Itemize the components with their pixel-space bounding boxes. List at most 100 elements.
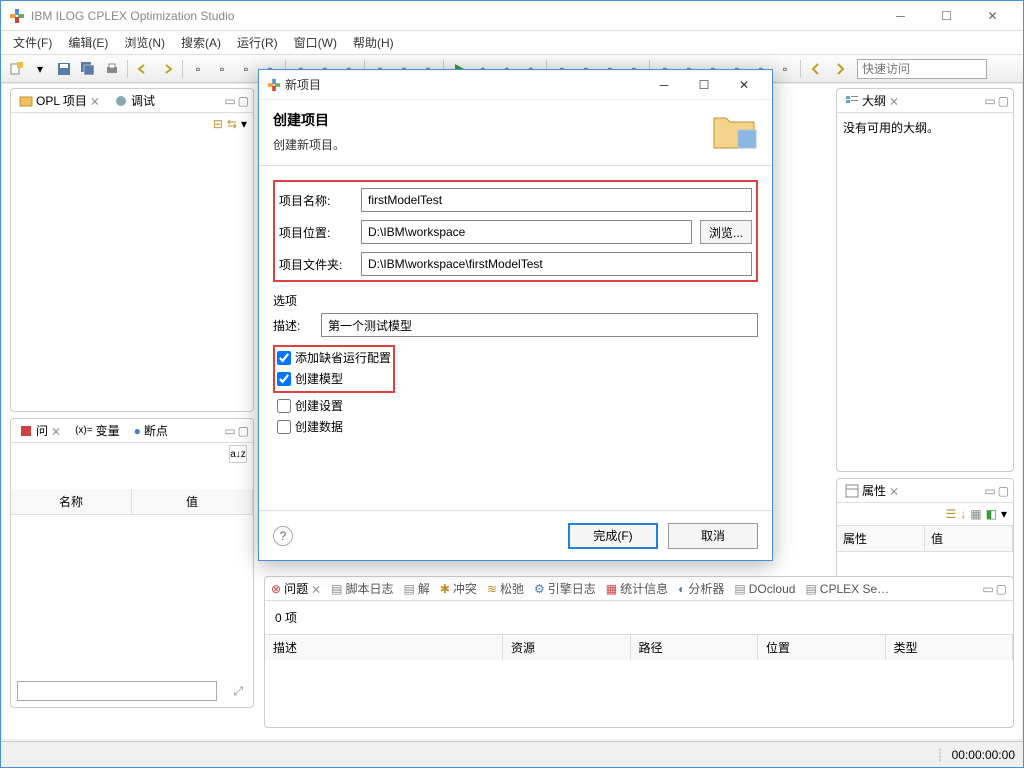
close-icon[interactable]: ⨯ bbox=[90, 94, 100, 108]
close-button[interactable]: ✕ bbox=[970, 2, 1015, 30]
menu-edit[interactable]: 编辑(E) bbox=[62, 32, 114, 53]
checkbox-data[interactable] bbox=[277, 420, 291, 434]
description-input[interactable] bbox=[321, 313, 758, 337]
tab-relax[interactable]: ≋松弛 bbox=[487, 580, 524, 597]
tab-label: 变量 bbox=[96, 422, 120, 439]
forward-icon[interactable] bbox=[829, 58, 851, 80]
expand-icon[interactable]: ⤢ bbox=[233, 684, 243, 699]
minimize-icon[interactable]: ▭ bbox=[982, 582, 993, 596]
menu-search[interactable]: 搜索(A) bbox=[175, 32, 227, 53]
dropdown-icon[interactable]: ▾ bbox=[29, 58, 51, 80]
save-icon[interactable] bbox=[53, 58, 75, 80]
tab-problems[interactable]: 问 ⨯ bbox=[15, 420, 65, 441]
finish-button[interactable]: 完成(F) bbox=[568, 523, 658, 549]
tab-properties[interactable]: 属性 ⨯ bbox=[841, 480, 903, 501]
dialog-maximize-button[interactable]: ☐ bbox=[684, 71, 724, 99]
solution-icon: ▤ bbox=[404, 582, 415, 596]
new-icon[interactable] bbox=[5, 58, 27, 80]
redo-icon[interactable] bbox=[156, 58, 178, 80]
maximize-icon[interactable]: ▢ bbox=[238, 94, 249, 108]
tab-profiler[interactable]: ◐分析器 bbox=[678, 580, 724, 597]
col-path[interactable]: 路径 bbox=[631, 635, 759, 660]
help-button[interactable]: ? bbox=[273, 526, 293, 546]
collapse-icon[interactable]: ⊟ bbox=[213, 117, 223, 131]
checkbox-model[interactable] bbox=[277, 372, 291, 386]
maximize-button[interactable]: ☐ bbox=[924, 2, 969, 30]
project-location-input[interactable] bbox=[361, 220, 692, 244]
cancel-button[interactable]: 取消 bbox=[668, 523, 758, 549]
close-icon[interactable]: ⨯ bbox=[51, 424, 61, 438]
close-icon[interactable]: ⨯ bbox=[889, 94, 899, 108]
tab-script-log[interactable]: ▤脚本日志 bbox=[331, 580, 393, 597]
tb-icon[interactable]: ▫ bbox=[211, 58, 233, 80]
problems-table-header: 描述 资源 路径 位置 类型 bbox=[265, 634, 1013, 660]
highlighted-checkboxes: 添加缺省运行配置 创建模型 bbox=[273, 345, 395, 393]
menu-file[interactable]: 文件(F) bbox=[7, 32, 58, 53]
menu-navigate[interactable]: 浏览(N) bbox=[118, 32, 171, 53]
back-icon[interactable] bbox=[805, 58, 827, 80]
location-label: 项目位置: bbox=[279, 224, 353, 241]
tab-engine-log[interactable]: ⚙引擎日志 bbox=[534, 580, 596, 597]
minimize-icon[interactable]: ▭ bbox=[984, 484, 995, 498]
close-icon[interactable]: ⨯ bbox=[311, 582, 321, 596]
dialog-minimize-button[interactable]: ─ bbox=[644, 71, 684, 99]
tab-cplex[interactable]: ▤CPLEX Se… bbox=[805, 582, 889, 596]
menu-help[interactable]: 帮助(H) bbox=[347, 32, 400, 53]
prop-tb-icon[interactable]: ▦ bbox=[970, 507, 981, 521]
col-type[interactable]: 类型 bbox=[886, 635, 1014, 660]
close-icon[interactable]: ⨯ bbox=[889, 484, 899, 498]
col-value[interactable]: 值 bbox=[132, 489, 253, 514]
tab-conflict[interactable]: ✱冲突 bbox=[440, 580, 477, 597]
tab-problems[interactable]: ⊗问题⨯ bbox=[271, 580, 321, 597]
conflict-icon: ✱ bbox=[440, 582, 450, 596]
sort-icon[interactable]: a↓z bbox=[229, 445, 247, 463]
quick-access-input[interactable] bbox=[857, 59, 987, 79]
col-value[interactable]: 值 bbox=[925, 526, 1013, 551]
tab-label: 断点 bbox=[144, 422, 168, 439]
checkbox-settings[interactable] bbox=[277, 399, 291, 413]
menu-window[interactable]: 窗口(W) bbox=[288, 32, 343, 53]
maximize-icon[interactable]: ▢ bbox=[998, 94, 1009, 108]
checkbox-runconfig[interactable] bbox=[277, 351, 291, 365]
minimize-icon[interactable]: ▭ bbox=[224, 94, 235, 108]
link-icon[interactable]: ⇆ bbox=[227, 117, 237, 131]
tb-icon[interactable]: ▫ bbox=[187, 58, 209, 80]
col-resource[interactable]: 资源 bbox=[503, 635, 631, 660]
tab-stats[interactable]: ▦统计信息 bbox=[606, 580, 668, 597]
dialog-close-button[interactable]: ✕ bbox=[724, 71, 764, 99]
minimize-button[interactable]: ─ bbox=[878, 2, 923, 30]
tab-breakpoints[interactable]: ● 断点 bbox=[130, 420, 172, 441]
dialog-icon bbox=[267, 78, 281, 92]
menu-run[interactable]: 运行(R) bbox=[231, 32, 284, 53]
maximize-icon[interactable]: ▢ bbox=[998, 484, 1009, 498]
print-icon[interactable] bbox=[101, 58, 123, 80]
prop-tb-icon[interactable]: ↓ bbox=[960, 507, 966, 521]
prop-tb-icon[interactable]: ☰ bbox=[946, 507, 957, 521]
minimize-icon[interactable]: ▭ bbox=[224, 424, 235, 438]
tab-opl-projects[interactable]: OPL 项目 ⨯ bbox=[15, 90, 104, 111]
tab-docloud[interactable]: ▤DOcloud bbox=[734, 582, 795, 596]
menu-icon[interactable]: ▾ bbox=[1001, 507, 1007, 521]
tb-icon[interactable]: ▫ bbox=[235, 58, 257, 80]
project-name-input[interactable] bbox=[361, 188, 752, 212]
saveall-icon[interactable] bbox=[77, 58, 99, 80]
col-description[interactable]: 描述 bbox=[265, 635, 503, 660]
tab-variables[interactable]: (x)= 变量 bbox=[71, 420, 124, 441]
tab-solution[interactable]: ▤解 bbox=[404, 580, 430, 597]
minimize-icon[interactable]: ▭ bbox=[984, 94, 995, 108]
col-property[interactable]: 属性 bbox=[837, 526, 925, 551]
prop-tb-icon[interactable]: ◧ bbox=[986, 507, 997, 521]
filter-input[interactable] bbox=[17, 681, 217, 701]
tab-debug[interactable]: 调试 bbox=[110, 90, 159, 111]
menu-icon[interactable]: ▾ bbox=[241, 117, 247, 131]
maximize-icon[interactable]: ▢ bbox=[996, 582, 1007, 596]
col-location[interactable]: 位置 bbox=[758, 635, 886, 660]
var-icon: (x)= bbox=[75, 425, 93, 436]
maximize-icon[interactable]: ▢ bbox=[238, 424, 249, 438]
undo-icon[interactable] bbox=[132, 58, 154, 80]
tab-outline[interactable]: 大纲 ⨯ bbox=[841, 90, 903, 111]
col-name[interactable]: 名称 bbox=[11, 489, 132, 514]
browse-button[interactable]: 浏览... bbox=[700, 220, 752, 244]
tb-icon[interactable]: ▫ bbox=[774, 58, 796, 80]
variables-panel: 问 ⨯ (x)= 变量 ● 断点 ▭ ▢ a↓z 名称 bbox=[10, 418, 254, 708]
